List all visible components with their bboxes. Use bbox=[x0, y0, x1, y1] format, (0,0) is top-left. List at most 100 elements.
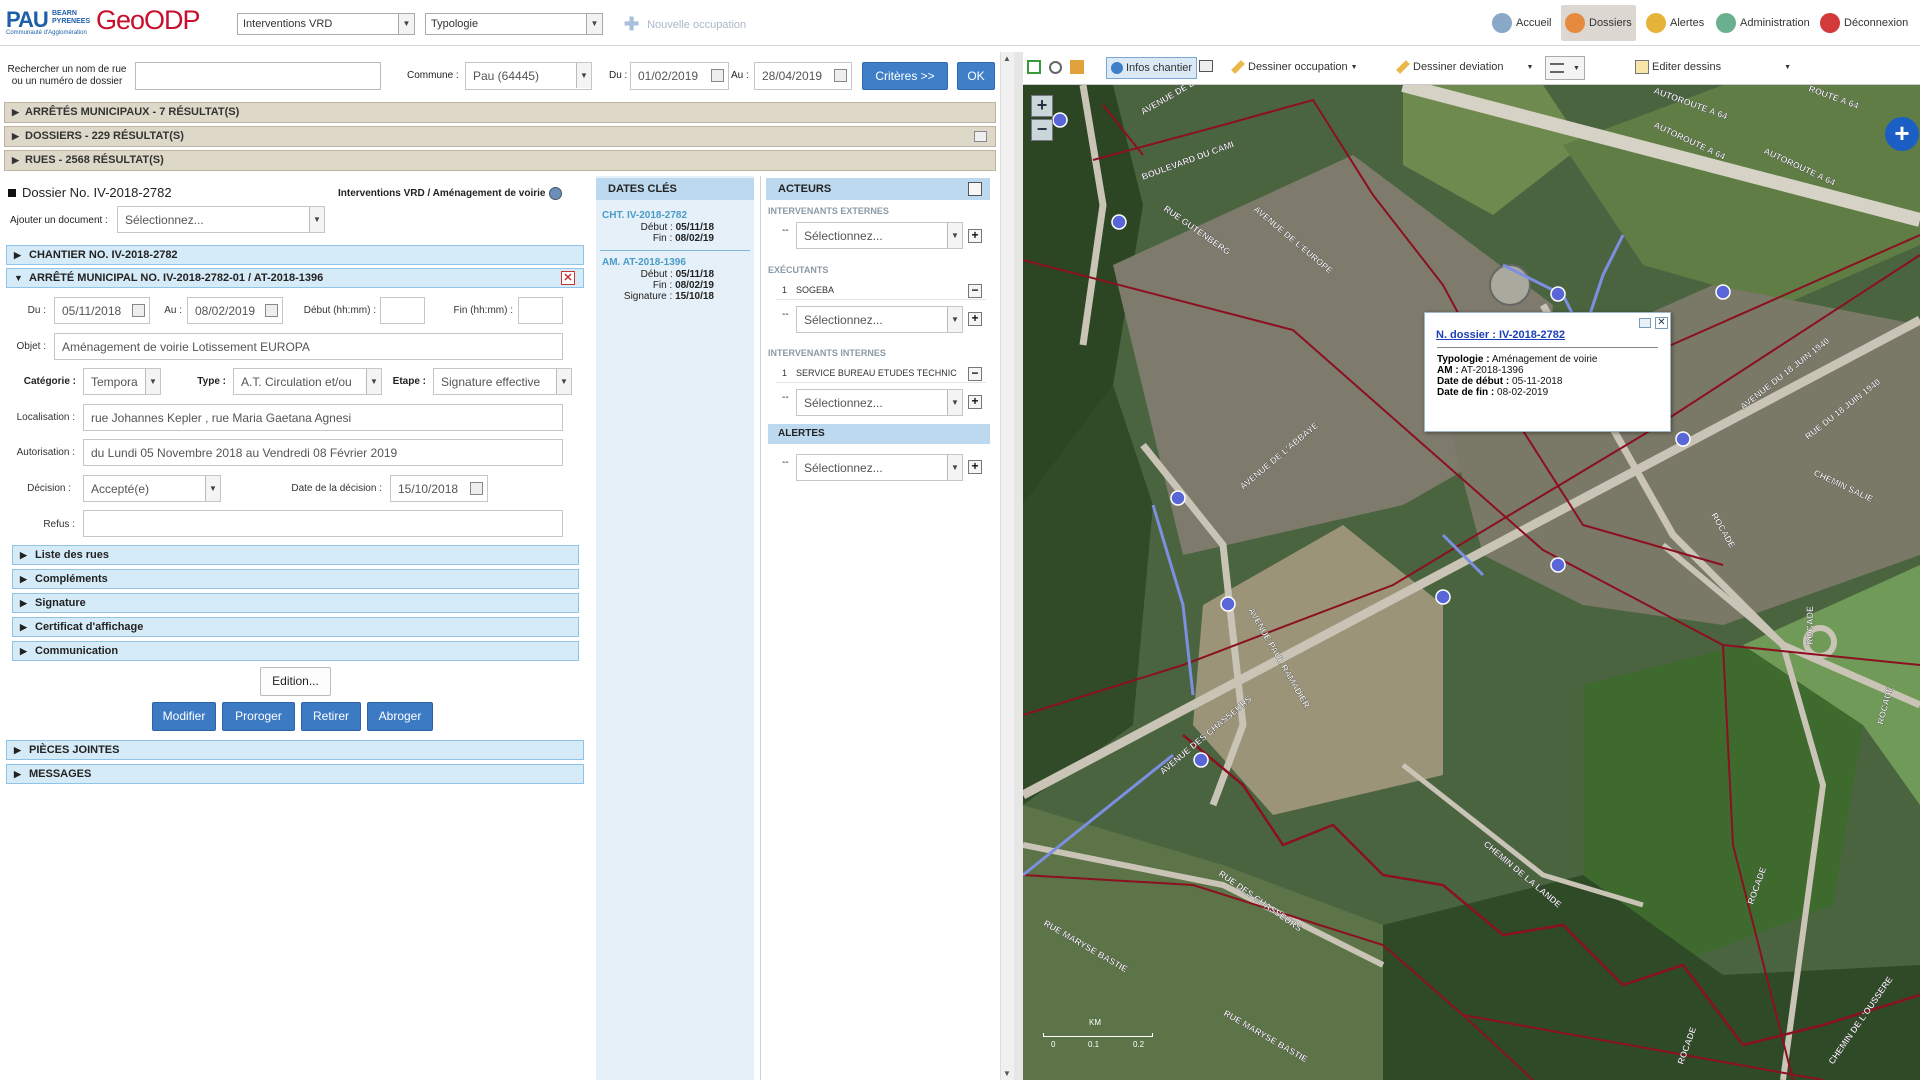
splitter[interactable] bbox=[1014, 52, 1023, 1080]
nav-label: Alertes bbox=[1670, 17, 1705, 29]
results-rues[interactable]: ▶ RUES - 2568 RÉSULTAT(S) bbox=[4, 150, 996, 171]
date-decision-input[interactable]: 15/10/2018 bbox=[390, 475, 488, 502]
exec-select[interactable]: Sélectionnez... ▼ bbox=[796, 306, 963, 333]
chevron-down-icon: ▼ bbox=[947, 390, 962, 415]
map-view[interactable]: AVENUE DE L'EUROPE BOULEVARD DU CAMI RUE… bbox=[1023, 85, 1920, 1080]
add-ext-button[interactable]: + bbox=[968, 229, 982, 243]
subsection-signature[interactable]: ▶ Signature bbox=[12, 593, 579, 613]
debut-input[interactable] bbox=[380, 297, 425, 324]
commune-select[interactable]: Pau (64445) ▼ bbox=[465, 62, 592, 90]
calendar-icon[interactable] bbox=[711, 69, 724, 82]
calendar-icon[interactable] bbox=[834, 69, 847, 82]
ext-select[interactable]: Sélectionnez... ▼ bbox=[796, 222, 963, 249]
dessiner-deviation-button[interactable]: Dessiner deviation ▼ bbox=[1396, 60, 1533, 74]
etape-select[interactable]: Signature effective ▼ bbox=[433, 368, 572, 395]
calendar-icon[interactable] bbox=[265, 304, 278, 317]
chantier-section[interactable]: ▶ CHANTIER NO. IV-2018-2782 bbox=[6, 245, 584, 265]
category-select[interactable]: Interventions VRD ▼ bbox=[237, 13, 415, 35]
table-icon[interactable] bbox=[974, 131, 987, 142]
dates-ref-arrete[interactable]: AM. AT-2018-1396 bbox=[602, 257, 686, 268]
infos-chantier-button[interactable]: Infos chantier bbox=[1106, 57, 1198, 79]
type-select[interactable]: A.T. Circulation et/ou ▼ bbox=[233, 368, 382, 395]
close-icon[interactable]: ✕ bbox=[561, 271, 575, 285]
nav-alertes[interactable]: Alertes bbox=[1642, 9, 1708, 37]
info-icon[interactable] bbox=[549, 187, 563, 200]
marker[interactable] bbox=[1550, 557, 1566, 573]
nav-dossiers[interactable]: Dossiers bbox=[1561, 5, 1636, 41]
categorie-select[interactable]: Tempora ▼ bbox=[83, 368, 161, 395]
typologie-select[interactable]: Typologie ▼ bbox=[425, 13, 603, 35]
autorisation-input[interactable]: du Lundi 05 Novembre 2018 au Vendredi 08… bbox=[83, 439, 563, 466]
editer-dessins-button[interactable]: Editer dessins ▼ bbox=[1635, 60, 1791, 74]
popup-dossier-link[interactable]: N. dossier : IV-2018-2782 bbox=[1436, 329, 1658, 341]
scroll-up-icon[interactable]: ▲ bbox=[1003, 54, 1011, 63]
subsection-certificat[interactable]: ▶ Certificat d'affichage bbox=[12, 617, 579, 637]
remove-exec-button[interactable]: − bbox=[968, 284, 982, 298]
int-select[interactable]: Sélectionnez... ▼ bbox=[796, 389, 963, 416]
pan-icon[interactable] bbox=[1070, 60, 1084, 74]
search-input[interactable] bbox=[135, 62, 381, 90]
abroger-button[interactable]: Abroger bbox=[367, 702, 433, 731]
localisation-input[interactable]: rue Johannes Kepler , rue Maria Gaetana … bbox=[83, 404, 563, 431]
marker[interactable] bbox=[1111, 214, 1127, 230]
remove-int-button[interactable]: − bbox=[968, 367, 982, 381]
add-int-button[interactable]: + bbox=[968, 395, 982, 409]
subsection-complements[interactable]: ▶ Compléments bbox=[12, 569, 579, 589]
close-icon[interactable]: ✕ bbox=[1655, 317, 1668, 329]
date-from-input[interactable]: 01/02/2019 bbox=[630, 62, 729, 90]
proroger-button[interactable]: Proroger bbox=[222, 702, 295, 731]
date-to-input[interactable]: 28/04/2019 bbox=[754, 62, 852, 90]
marker[interactable] bbox=[1435, 589, 1451, 605]
left-panel-scrollbar[interactable]: ▲ ▼ bbox=[1000, 52, 1014, 1080]
subsection-communication[interactable]: ▶ Communication bbox=[12, 641, 579, 661]
dessiner-occupation-button[interactable]: Dessiner occupation ▼ bbox=[1231, 60, 1358, 74]
extent-icon[interactable] bbox=[1027, 60, 1041, 74]
du-input[interactable]: 05/11/2018 bbox=[54, 297, 150, 324]
marker[interactable] bbox=[1715, 284, 1731, 300]
add-exec-button[interactable]: + bbox=[968, 312, 982, 326]
retirer-button[interactable]: Retirer bbox=[301, 702, 361, 731]
results-arretes[interactable]: ▶ ARRÊTÉS MUNICIPAUX - 7 RÉSULTAT(S) bbox=[4, 102, 996, 123]
pieces-jointes-section[interactable]: ▶ PIÈCES JOINTES bbox=[6, 740, 584, 760]
objet-input[interactable]: Aménagement de voirie Lotissement EUROPA bbox=[54, 333, 563, 360]
expand-layers-button[interactable]: + bbox=[1885, 117, 1919, 151]
marker[interactable] bbox=[1170, 490, 1186, 506]
dossier-title: Dossier No. IV-2018-2782 bbox=[8, 185, 172, 200]
layers-button[interactable]: ▼ bbox=[1545, 56, 1585, 80]
marker[interactable] bbox=[1550, 286, 1566, 302]
calendar-icon[interactable] bbox=[132, 304, 145, 317]
calendar-icon[interactable] bbox=[470, 482, 483, 495]
refus-input[interactable] bbox=[83, 510, 563, 537]
edition-button[interactable]: Edition... bbox=[260, 667, 331, 696]
results-dossiers[interactable]: ▶ DOSSIERS - 229 RÉSULTAT(S) bbox=[4, 126, 996, 147]
marker[interactable] bbox=[1220, 596, 1236, 612]
decision-select[interactable]: Accepté(e) ▼ bbox=[83, 475, 221, 502]
criteria-button[interactable]: Critères >> bbox=[862, 62, 948, 90]
au-input[interactable]: 08/02/2019 bbox=[187, 297, 283, 324]
marker[interactable] bbox=[1675, 431, 1691, 447]
marker[interactable] bbox=[1052, 112, 1068, 128]
chevron-down-icon: ▼ bbox=[1573, 64, 1580, 72]
messages-section[interactable]: ▶ MESSAGES bbox=[6, 764, 584, 784]
add-doc-select[interactable]: Sélectionnez... ▼ bbox=[117, 206, 325, 233]
nav-administration[interactable]: Administration bbox=[1712, 9, 1814, 37]
nav-deconnexion[interactable]: Déconnexion bbox=[1816, 9, 1912, 37]
nav-accueil[interactable]: Accueil bbox=[1488, 9, 1555, 37]
modifier-button[interactable]: Modifier bbox=[152, 702, 216, 731]
fin-input[interactable] bbox=[518, 297, 563, 324]
add-alerte-button[interactable]: + bbox=[968, 460, 982, 474]
ok-button[interactable]: OK bbox=[957, 62, 995, 90]
print-map-button[interactable] bbox=[1199, 60, 1213, 72]
subsection-rues[interactable]: ▶ Liste des rues bbox=[12, 545, 579, 565]
dates-ref-chantier[interactable]: CHT. IV-2018-2782 bbox=[602, 210, 687, 221]
zoom-out-button[interactable]: − bbox=[1031, 119, 1053, 141]
alertes-select[interactable]: Sélectionnez... ▼ bbox=[796, 454, 963, 481]
minimize-icon[interactable] bbox=[1639, 318, 1651, 328]
marker[interactable] bbox=[1193, 752, 1209, 768]
zoom-icon[interactable] bbox=[1049, 60, 1062, 74]
new-occupation-button[interactable]: ✚ Nouvelle occupation bbox=[624, 14, 746, 35]
print-icon[interactable] bbox=[968, 182, 982, 196]
zoom-in-button[interactable]: + bbox=[1031, 95, 1053, 117]
arrete-section[interactable]: ▼ ARRÊTÉ MUNICIPAL NO. IV-2018-2782-01 / … bbox=[6, 268, 584, 288]
scroll-down-icon[interactable]: ▼ bbox=[1003, 1069, 1011, 1078]
